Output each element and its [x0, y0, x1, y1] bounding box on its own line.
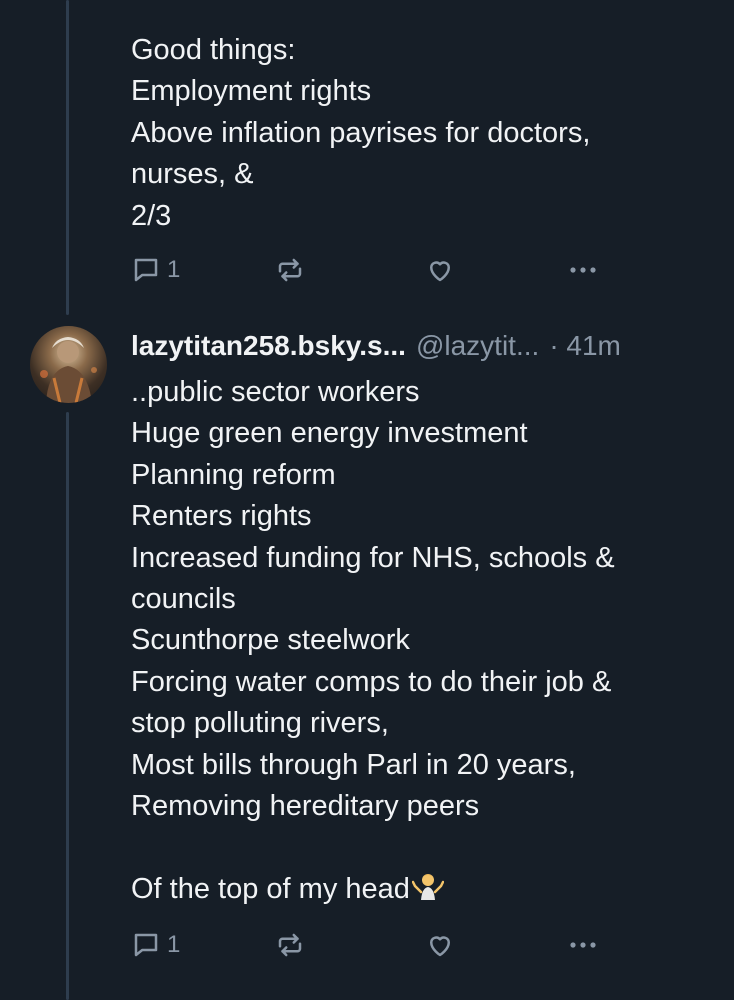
repost-arrows-icon [275, 255, 305, 285]
post-1-repost-button[interactable] [275, 252, 305, 288]
post-1-reply-button[interactable]: 1 [131, 252, 180, 288]
post-1-actions: 1 [131, 252, 611, 288]
post-2-more-button[interactable] [567, 927, 599, 963]
post-1-more-button[interactable] [567, 252, 599, 288]
thread-line-bottom [66, 412, 69, 1000]
repost-arrows-icon [275, 930, 305, 960]
post-2-actions: 1 [131, 927, 611, 963]
post-2-reply-count: 1 [167, 931, 181, 958]
post-1-reply-count: 1 [167, 256, 181, 283]
post-2-header: lazytitan258.bsky.s... @lazytit... · 41m [131, 326, 721, 366]
post-2-repost-button[interactable] [275, 927, 305, 963]
avatar-image [40, 337, 97, 403]
ellipsis-icon [567, 930, 599, 960]
speech-bubble-icon [131, 255, 161, 285]
thread-line-top [66, 0, 69, 315]
handle[interactable]: @lazytit... [416, 330, 539, 362]
post-2-body: ..public sector workers Huge green energ… [131, 372, 711, 910]
heart-icon [425, 930, 455, 960]
post-1-text: Good things: Employment rights Above inf… [131, 34, 591, 232]
person-shrugging-emoji [411, 870, 445, 902]
timestamp[interactable]: · 41m [549, 330, 621, 362]
speech-bubble-icon [131, 930, 161, 960]
avatar[interactable] [30, 326, 107, 403]
ellipsis-icon [567, 255, 599, 285]
heart-icon [425, 255, 455, 285]
post-1-like-button[interactable] [425, 252, 455, 288]
post-2-like-button[interactable] [425, 927, 455, 963]
post-2-text: ..public sector workers Huge green energ… [131, 376, 615, 905]
post-2-reply-button[interactable]: 1 [131, 927, 180, 963]
display-name[interactable]: lazytitan258.bsky.s... [131, 330, 406, 362]
